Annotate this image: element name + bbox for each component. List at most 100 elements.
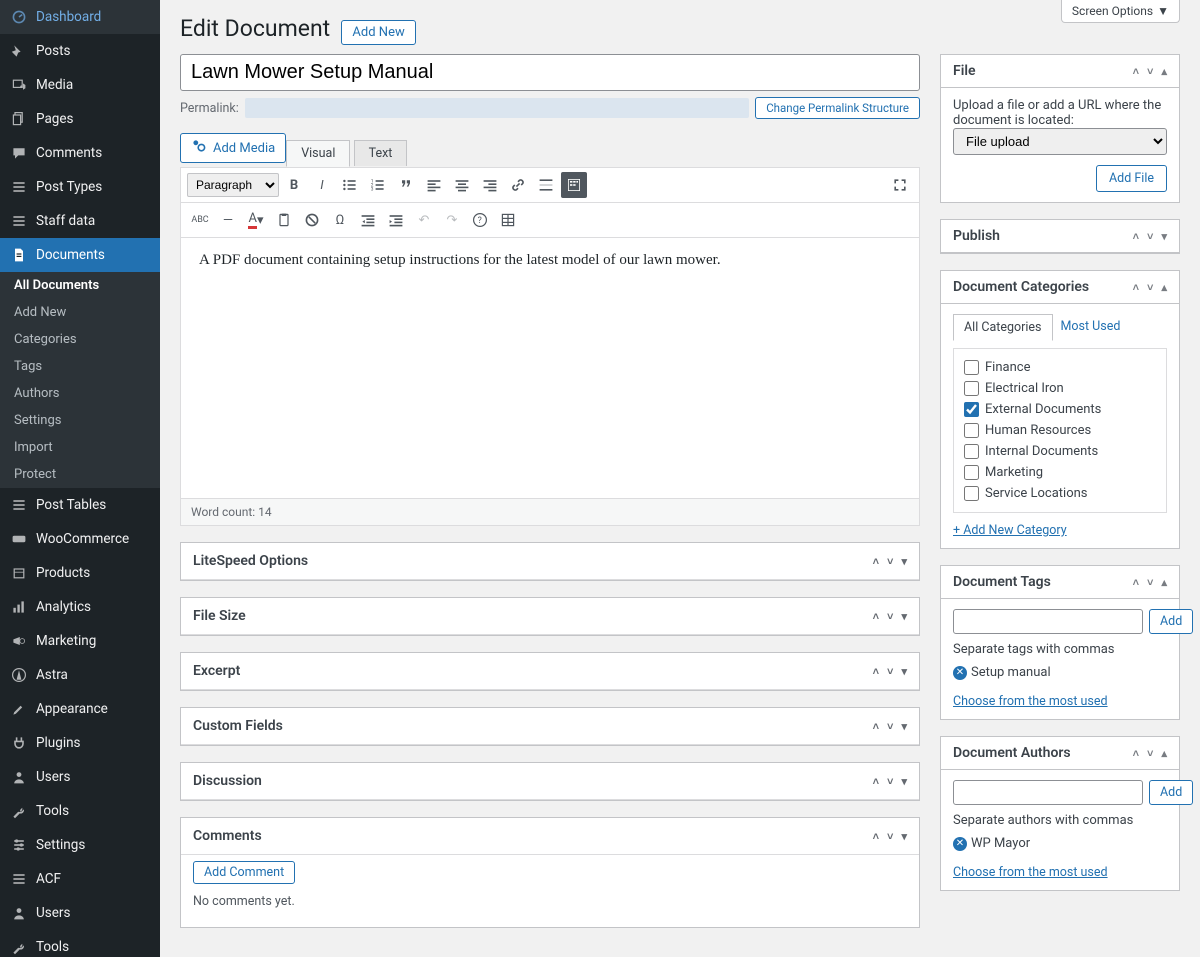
dropdown-icon[interactable]: ▾ bbox=[901, 555, 907, 568]
chevron-down-icon[interactable]: ˅ bbox=[887, 830, 893, 843]
sidebar-item-tools[interactable]: Tools bbox=[0, 930, 160, 957]
dropdown-icon[interactable]: ▴ bbox=[1161, 281, 1167, 294]
authors-input[interactable] bbox=[953, 780, 1143, 805]
chevron-down-icon[interactable]: ˅ bbox=[887, 665, 893, 678]
chevron-up-icon[interactable]: ˄ bbox=[873, 775, 879, 788]
chevron-up-icon[interactable]: ˄ bbox=[1133, 281, 1139, 294]
sidebar-item-users[interactable]: Users bbox=[0, 760, 160, 794]
ul-icon[interactable] bbox=[337, 172, 363, 198]
submenu-item-tags[interactable]: Tags bbox=[0, 353, 160, 380]
document-title-input[interactable] bbox=[180, 54, 920, 91]
chevron-up-icon[interactable]: ˄ bbox=[873, 720, 879, 733]
sidebar-item-media[interactable]: Media bbox=[0, 68, 160, 102]
category-checkbox[interactable] bbox=[964, 360, 979, 375]
add-media-button[interactable]: Add Media bbox=[180, 133, 286, 163]
toolbar-toggle-icon[interactable] bbox=[561, 172, 587, 198]
dropdown-icon[interactable]: ▾ bbox=[901, 775, 907, 788]
category-checkbox[interactable] bbox=[964, 465, 979, 480]
category-item[interactable]: Finance bbox=[962, 357, 1158, 378]
align-right-icon[interactable] bbox=[477, 172, 503, 198]
submenu-item-all-documents[interactable]: All Documents bbox=[0, 272, 160, 299]
choose-tags-link[interactable]: Choose from the most used bbox=[953, 694, 1108, 709]
category-checkbox[interactable] bbox=[964, 423, 979, 438]
category-item[interactable]: Electrical Iron bbox=[962, 378, 1158, 399]
chevron-up-icon[interactable]: ˄ bbox=[873, 610, 879, 623]
submenu-item-add-new[interactable]: Add New bbox=[0, 299, 160, 326]
chevron-up-icon[interactable]: ˄ bbox=[873, 665, 879, 678]
submenu-item-import[interactable]: Import bbox=[0, 434, 160, 461]
outdent-icon[interactable] bbox=[355, 207, 381, 233]
link-icon[interactable] bbox=[505, 172, 531, 198]
editor-tab-visual[interactable]: Visual bbox=[286, 140, 350, 167]
italic-icon[interactable]: I bbox=[309, 172, 335, 198]
chevron-down-icon[interactable]: ˅ bbox=[1147, 747, 1153, 760]
category-checkbox[interactable] bbox=[964, 381, 979, 396]
editor-content-area[interactable]: A PDF document containing setup instruct… bbox=[181, 238, 919, 498]
sidebar-item-plugins[interactable]: Plugins bbox=[0, 726, 160, 760]
strikethrough-icon[interactable]: ABC bbox=[187, 207, 213, 233]
category-item[interactable]: Internal Documents bbox=[962, 441, 1158, 462]
sidebar-item-settings[interactable]: Settings bbox=[0, 828, 160, 862]
sidebar-item-marketing[interactable]: Marketing bbox=[0, 624, 160, 658]
sidebar-item-documents[interactable]: Documents bbox=[0, 238, 160, 272]
sidebar-item-dashboard[interactable]: Dashboard bbox=[0, 0, 160, 34]
editor-tab-text[interactable]: Text bbox=[354, 140, 408, 166]
chevron-down-icon[interactable]: ˅ bbox=[1147, 281, 1153, 294]
add-category-link[interactable]: + Add New Category bbox=[953, 523, 1067, 538]
chevron-down-icon[interactable]: ˅ bbox=[887, 720, 893, 733]
dropdown-icon[interactable]: ▾ bbox=[901, 610, 907, 623]
special-char-icon[interactable]: Ω bbox=[327, 207, 353, 233]
category-item[interactable]: Service Locations bbox=[962, 483, 1158, 504]
paste-text-icon[interactable] bbox=[271, 207, 297, 233]
category-item[interactable]: Human Resources bbox=[962, 420, 1158, 441]
redo-icon[interactable]: ↷ bbox=[439, 207, 465, 233]
category-checkbox[interactable] bbox=[964, 486, 979, 501]
sidebar-item-users[interactable]: Users bbox=[0, 896, 160, 930]
screen-options-toggle[interactable]: Screen Options ▼ bbox=[1061, 0, 1180, 23]
chevron-down-icon[interactable]: ˅ bbox=[1147, 65, 1153, 78]
chevron-up-icon[interactable]: ˄ bbox=[1133, 65, 1139, 78]
bold-icon[interactable]: B bbox=[281, 172, 307, 198]
choose-authors-link[interactable]: Choose from the most used bbox=[953, 865, 1108, 880]
sidebar-item-post-types[interactable]: Post Types bbox=[0, 170, 160, 204]
add-author-button[interactable]: Add bbox=[1149, 780, 1193, 805]
sidebar-item-pages[interactable]: Pages bbox=[0, 102, 160, 136]
indent-icon[interactable] bbox=[383, 207, 409, 233]
remove-tag-icon[interactable]: ✕ bbox=[953, 666, 967, 680]
paragraph-select[interactable]: Paragraph bbox=[187, 173, 279, 197]
dropdown-icon[interactable]: ▾ bbox=[901, 720, 907, 733]
sidebar-item-post-tables[interactable]: Post Tables bbox=[0, 488, 160, 522]
chevron-up-icon[interactable]: ˄ bbox=[1133, 230, 1139, 243]
submenu-item-authors[interactable]: Authors bbox=[0, 380, 160, 407]
quote-icon[interactable] bbox=[393, 172, 419, 198]
submenu-item-protect[interactable]: Protect bbox=[0, 461, 160, 488]
chevron-down-icon[interactable]: ˅ bbox=[1147, 576, 1153, 589]
chevron-up-icon[interactable]: ˄ bbox=[873, 830, 879, 843]
sidebar-item-comments[interactable]: Comments bbox=[0, 136, 160, 170]
align-left-icon[interactable] bbox=[421, 172, 447, 198]
category-item[interactable]: Marketing bbox=[962, 462, 1158, 483]
sidebar-item-staff-data[interactable]: Staff data bbox=[0, 204, 160, 238]
dropdown-icon[interactable]: ▾ bbox=[1161, 230, 1167, 243]
sidebar-item-woocommerce[interactable]: WooCommerce bbox=[0, 522, 160, 556]
dropdown-icon[interactable]: ▴ bbox=[1161, 65, 1167, 78]
ol-icon[interactable]: 123 bbox=[365, 172, 391, 198]
file-type-select[interactable]: File upload bbox=[953, 128, 1167, 155]
change-permalink-button[interactable]: Change Permalink Structure bbox=[755, 97, 920, 119]
category-checkbox[interactable] bbox=[964, 444, 979, 459]
hr-icon[interactable]: — bbox=[215, 207, 241, 233]
category-item[interactable]: External Documents bbox=[962, 399, 1158, 420]
categories-tab-all[interactable]: All Categories bbox=[953, 314, 1053, 341]
add-tag-button[interactable]: Add bbox=[1149, 609, 1193, 634]
undo-icon[interactable]: ↶ bbox=[411, 207, 437, 233]
remove-author-icon[interactable]: ✕ bbox=[953, 837, 967, 851]
chevron-up-icon[interactable]: ˄ bbox=[1133, 747, 1139, 760]
tags-input[interactable] bbox=[953, 609, 1143, 634]
readmore-icon[interactable] bbox=[533, 172, 559, 198]
chevron-down-icon[interactable]: ˅ bbox=[887, 555, 893, 568]
chevron-down-icon[interactable]: ˅ bbox=[1147, 230, 1153, 243]
chevron-up-icon[interactable]: ˄ bbox=[1133, 576, 1139, 589]
fullscreen-icon[interactable] bbox=[887, 172, 913, 198]
submenu-item-settings[interactable]: Settings bbox=[0, 407, 160, 434]
sidebar-item-tools[interactable]: Tools bbox=[0, 794, 160, 828]
